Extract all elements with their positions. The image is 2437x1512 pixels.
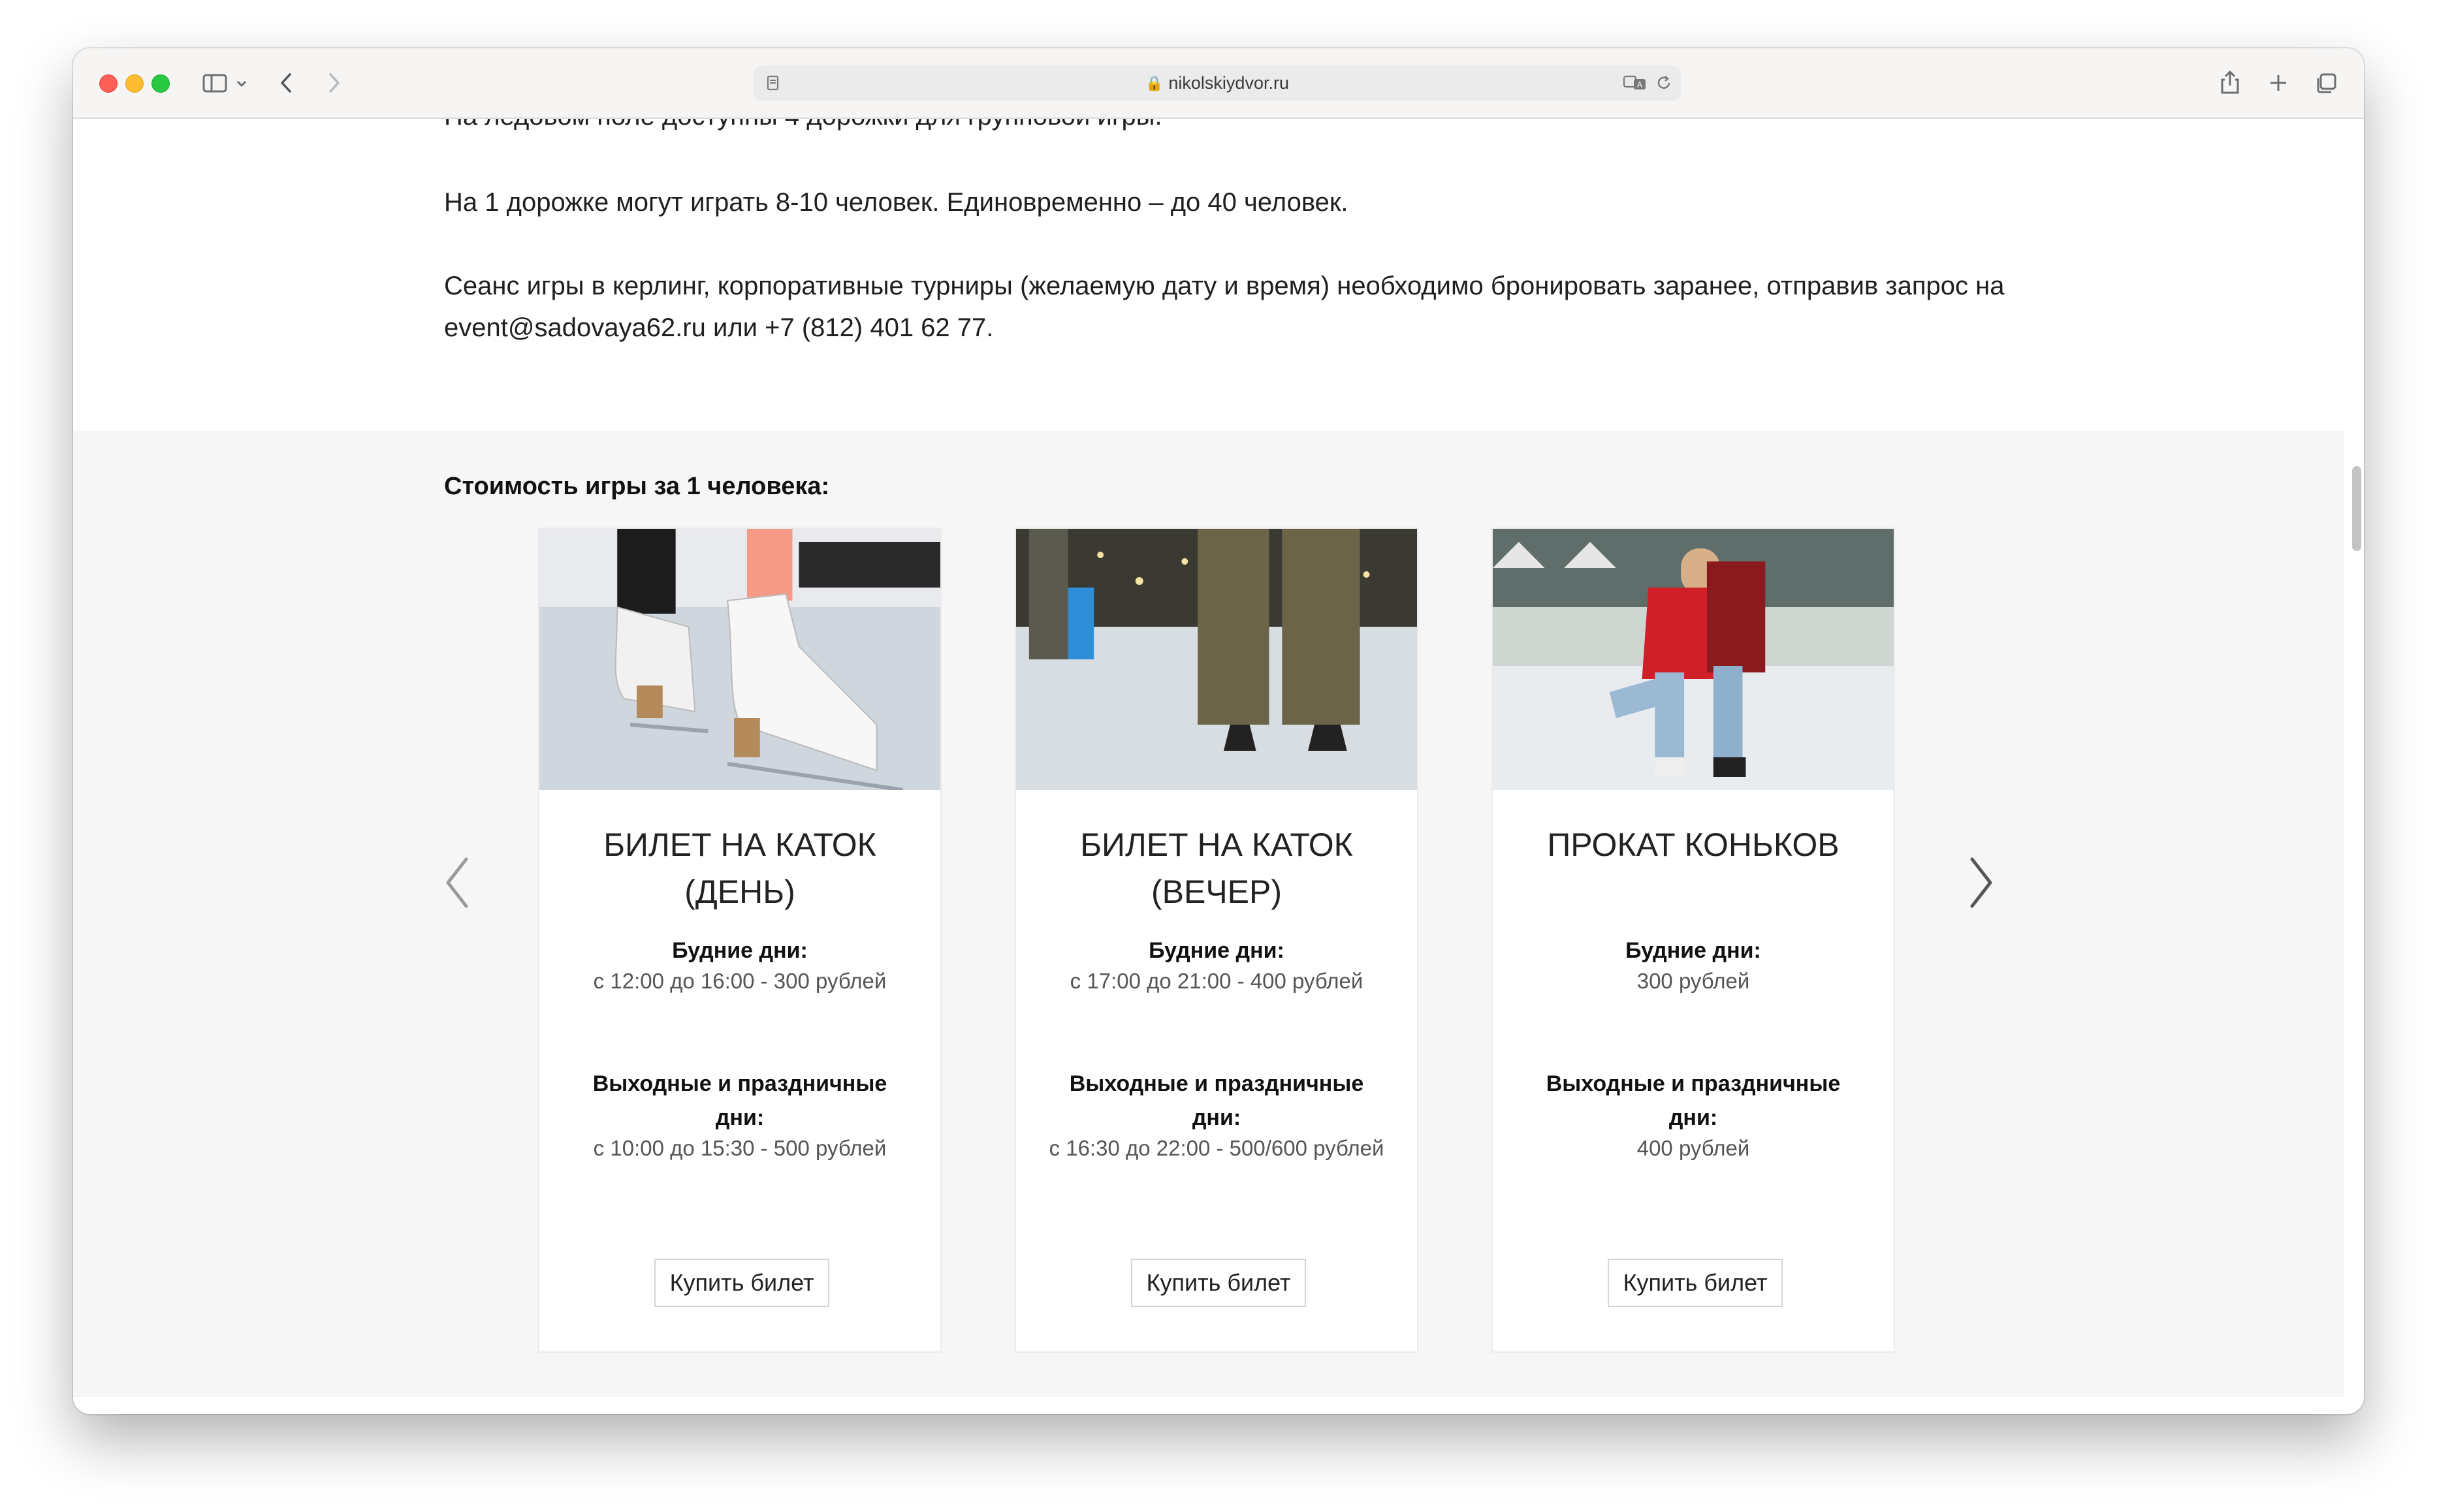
close-window-button[interactable] — [99, 74, 118, 93]
chevron-down-icon[interactable] — [229, 65, 255, 101]
carousel-prev-icon[interactable] — [439, 850, 478, 915]
lanes-paragraph: На ледовом поле доступны 4 дорожки для г… — [444, 119, 2077, 137]
card-title: БИЛЕТ НА КАТОК (ВЕЧЕР) — [1080, 827, 1353, 910]
weekday-value: с 17:00 до 21:00 - 400 рублей — [1070, 969, 1363, 993]
players-paragraph: На 1 дорожке могут играть 8-10 человек. … — [444, 188, 1348, 217]
weekend-value: 400 рублей — [1636, 1136, 1750, 1160]
minimize-window-button[interactable] — [125, 74, 144, 93]
share-icon[interactable] — [2212, 65, 2248, 101]
weekend-label: Выходные и праздничные дни: — [1546, 1071, 1841, 1130]
price-card-evening: БИЛЕТ НА КАТОК (ВЕЧЕР) Будние дни: с 17:… — [1015, 528, 1418, 1353]
price-card-rental: ПРОКАТ КОНЬКОВ Будние дни: 300 рублей Вы… — [1491, 528, 1895, 1353]
weekend-label: Выходные и праздничные дни: — [592, 1071, 887, 1130]
weekday-value: с 12:00 до 16:00 - 300 рублей — [593, 969, 887, 993]
url-text: 🔒 nikolskiydvor.ru — [754, 65, 1681, 101]
couple-skating-photo — [1493, 529, 1894, 790]
new-tab-icon[interactable] — [2261, 65, 2296, 101]
sidebar-icon[interactable] — [197, 65, 232, 101]
lock-icon: 🔒 — [1145, 75, 1164, 91]
weekend-value: с 16:30 до 22:00 - 500/600 рублей — [1049, 1136, 1384, 1160]
booking-paragraph: Сеанс игры в керлинг, корпоративные турн… — [444, 272, 2005, 342]
weekend-label: Выходные и праздничные дни: — [1069, 1071, 1364, 1130]
weekday-label: Будние дни: — [1625, 938, 1761, 963]
skates-photo — [539, 529, 940, 790]
buy-ticket-button[interactable]: Купить билет — [654, 1259, 829, 1307]
card-title: ПРОКАТ КОНЬКОВ — [1547, 827, 1840, 863]
rink-evening-photo — [1016, 529, 1417, 790]
back-icon[interactable] — [269, 65, 304, 101]
svg-text:A: A — [1637, 80, 1643, 89]
buy-ticket-button[interactable]: Купить билет — [1608, 1259, 1783, 1307]
browser-toolbar: 🔒 nikolskiydvor.ru A — [73, 48, 2364, 119]
translate-icon[interactable]: A — [1622, 72, 1648, 93]
buy-ticket-button[interactable]: Купить билет — [1131, 1259, 1306, 1307]
weekday-label: Будние дни: — [1149, 938, 1284, 963]
address-bar[interactable]: 🔒 nikolskiydvor.ru A — [754, 65, 1681, 101]
web-page: На ледовом поле доступны 4 дорожки для г… — [73, 119, 2344, 1414]
weekend-value: с 10:00 до 15:30 - 500 рублей — [593, 1136, 887, 1160]
pricing-title: Стоимость игры за 1 человека: — [444, 473, 830, 500]
page-scrollbar[interactable] — [2352, 466, 2361, 551]
card-title: БИЛЕТ НА КАТОК (ДЕНЬ) — [603, 827, 876, 910]
url-label: nikolskiydvor.ru — [1168, 73, 1289, 93]
forward-icon[interactable] — [316, 65, 351, 101]
zoom-window-button[interactable] — [151, 74, 170, 93]
browser-window: 🔒 nikolskiydvor.ru A На 1 дорожке могут … — [73, 48, 2364, 1414]
tab-overview-icon[interactable] — [2309, 65, 2344, 101]
price-card-day: БИЛЕТ НА КАТОК (ДЕНЬ) Будние дни: с 12:0… — [538, 528, 942, 1353]
carousel-next-icon[interactable] — [1960, 850, 1999, 915]
reload-icon[interactable] — [1655, 73, 1674, 93]
weekday-value: 300 рублей — [1636, 969, 1750, 993]
weekday-label: Будние дни: — [672, 938, 808, 963]
